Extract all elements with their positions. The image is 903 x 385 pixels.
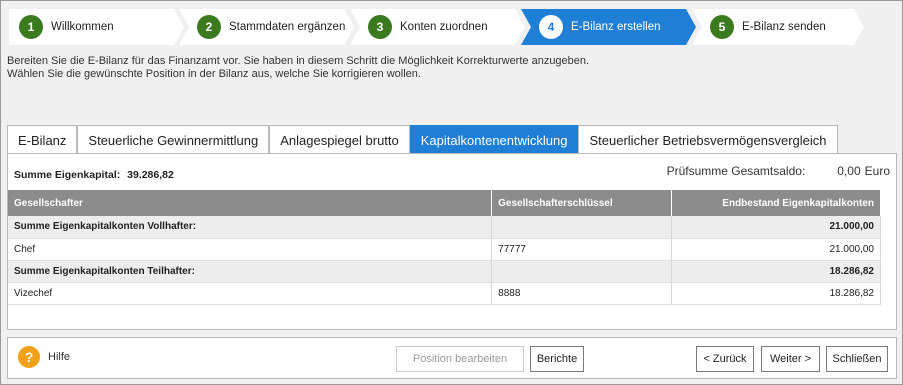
- step-ebilanz-senden[interactable]: 5 E-Bilanz senden: [692, 9, 864, 45]
- checksum-value: 0,00: [837, 164, 861, 178]
- cell-amount: 18.286,82: [671, 282, 881, 305]
- checksum-label: Prüfsumme Gesamtsaldo:: [666, 164, 806, 178]
- tab-steuerliche-gewinnermittlung[interactable]: Steuerliche Gewinnermittlung: [77, 125, 270, 154]
- cell-amount: 18.286,82: [671, 260, 881, 283]
- help-label: Hilfe: [48, 351, 71, 363]
- close-button[interactable]: Schließen: [826, 346, 888, 372]
- cell-key: 77777: [491, 238, 673, 261]
- cell-name: Chef: [8, 238, 493, 261]
- step-number: 2: [197, 15, 221, 39]
- step-label: Willkommen: [51, 21, 114, 33]
- back-button[interactable]: < Zurück: [696, 346, 754, 372]
- tab-bar: E-Bilanz Steuerliche Gewinnermittlung An…: [7, 125, 838, 154]
- intro-text: Bereiten Sie die E-Bilanz für das Finanz…: [7, 55, 589, 81]
- cell-key: [491, 260, 673, 283]
- edit-position-button[interactable]: Position bearbeiten: [396, 346, 524, 372]
- column-header-schluessel[interactable]: Gesellschafterschlüssel: [491, 190, 673, 216]
- intro-line-1: Bereiten Sie die E-Bilanz für das Finanz…: [7, 55, 590, 67]
- app-window: 1 Willkommen 2 Stammdaten ergänzen 3 Kon…: [0, 0, 903, 385]
- equity-summary-value: 39.286,82: [127, 169, 174, 181]
- step-number: 3: [368, 15, 392, 39]
- tab-ebilanz[interactable]: E-Bilanz: [7, 125, 78, 154]
- footer-bar: ? Hilfe Position bearbeiten Berichte < Z…: [7, 337, 897, 379]
- table-row[interactable]: Chef 77777 21.000,00: [8, 238, 881, 261]
- tab-anlagespiegel[interactable]: Anlagespiegel brutto: [269, 125, 410, 154]
- tab-betriebsvermoegensvergleich[interactable]: Steuerlicher Betriebsvermögensvergleich: [578, 125, 838, 154]
- equity-table: Gesellschafter Gesellschafterschlüssel E…: [8, 190, 881, 305]
- cell-name: Vizechef: [8, 282, 493, 305]
- cell-key: [491, 216, 673, 239]
- step-number: 4: [539, 15, 563, 39]
- column-header-gesellschafter[interactable]: Gesellschafter: [8, 190, 493, 216]
- step-label: Konten zuordnen: [400, 21, 488, 33]
- wizard-steps: 1 Willkommen 2 Stammdaten ergänzen 3 Kon…: [9, 9, 889, 45]
- equity-summary-label: Summe Eigenkapital:: [14, 169, 121, 181]
- step-label: E-Bilanz senden: [742, 21, 826, 33]
- step-willkommen[interactable]: 1 Willkommen: [9, 9, 184, 45]
- cell-key: 8888: [491, 282, 673, 305]
- equity-summary: Summe Eigenkapital: 39.286,82: [14, 169, 174, 181]
- cell-amount: 21.000,00: [671, 216, 881, 239]
- reports-button[interactable]: Berichte: [530, 346, 584, 372]
- checksum-unit: Euro: [864, 164, 890, 178]
- step-number: 5: [710, 15, 734, 39]
- help-icon: ?: [18, 346, 40, 368]
- step-label: Stammdaten ergänzen: [229, 21, 346, 33]
- cell-name: Summe Eigenkapitalkonten Teilhafter:: [8, 260, 493, 283]
- next-button[interactable]: Weiter >: [761, 346, 820, 372]
- table-row[interactable]: Summe Eigenkapitalkonten Vollhafter: 21.…: [8, 216, 881, 239]
- step-label: E-Bilanz erstellen: [571, 21, 661, 33]
- help-link[interactable]: ? Hilfe: [18, 346, 70, 368]
- step-ebilanz-erstellen[interactable]: 4 E-Bilanz erstellen: [521, 9, 696, 45]
- checksum: Prüfsumme Gesamtsaldo: 0,00 Euro: [667, 164, 890, 178]
- column-header-endbestand[interactable]: Endbestand Eigenkapitalkonten: [671, 190, 881, 216]
- intro-line-2: Wählen Sie die gewünschte Position in de…: [7, 68, 421, 80]
- table-row[interactable]: Summe Eigenkapitalkonten Teilhafter: 18.…: [8, 260, 881, 283]
- content-panel: Summe Eigenkapital: 39.286,82 Prüfsumme …: [7, 153, 897, 330]
- step-number: 1: [19, 15, 43, 39]
- tab-kapitalkontenentwicklung[interactable]: Kapitalkontenentwicklung: [409, 125, 579, 154]
- step-konten[interactable]: 3 Konten zuordnen: [350, 9, 525, 45]
- table-row[interactable]: Vizechef 8888 18.286,82: [8, 282, 881, 305]
- cell-name: Summe Eigenkapitalkonten Vollhafter:: [8, 216, 493, 239]
- step-stammdaten[interactable]: 2 Stammdaten ergänzen: [179, 9, 354, 45]
- cell-amount: 21.000,00: [671, 238, 881, 261]
